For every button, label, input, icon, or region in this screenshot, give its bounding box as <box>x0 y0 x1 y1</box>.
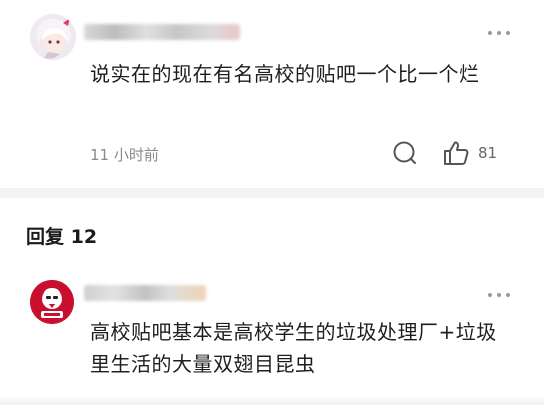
comment-bubble-icon <box>393 141 416 164</box>
more-dots-icon[interactable] <box>488 293 510 297</box>
avatar[interactable] <box>30 280 74 324</box>
scroll-edge <box>0 396 544 405</box>
timestamp: 11 小时前 <box>90 146 159 164</box>
thumbs-up-icon <box>444 141 469 165</box>
username-blurred[interactable] <box>84 24 240 40</box>
comment-text: 说实在的现在有名高校的贴吧一个比一个烂 <box>90 62 480 86</box>
reply-text: 高校贴吧基本是高校学生的垃圾处理厂+垃圾里生活的大量双翅目昆虫 <box>90 320 497 376</box>
more-dots-icon[interactable] <box>488 31 510 35</box>
comment-card: 说实在的现在有名高校的贴吧一个比一个烂 11 小时前 81 <box>0 0 544 188</box>
section-divider <box>0 188 544 198</box>
like-count: 81 <box>478 144 498 162</box>
avatar[interactable] <box>30 14 76 60</box>
replies-header: 回复 12 <box>26 226 98 248</box>
like-button[interactable]: 81 <box>442 140 497 166</box>
comment-button[interactable] <box>392 140 418 166</box>
username-blurred[interactable] <box>84 285 206 301</box>
